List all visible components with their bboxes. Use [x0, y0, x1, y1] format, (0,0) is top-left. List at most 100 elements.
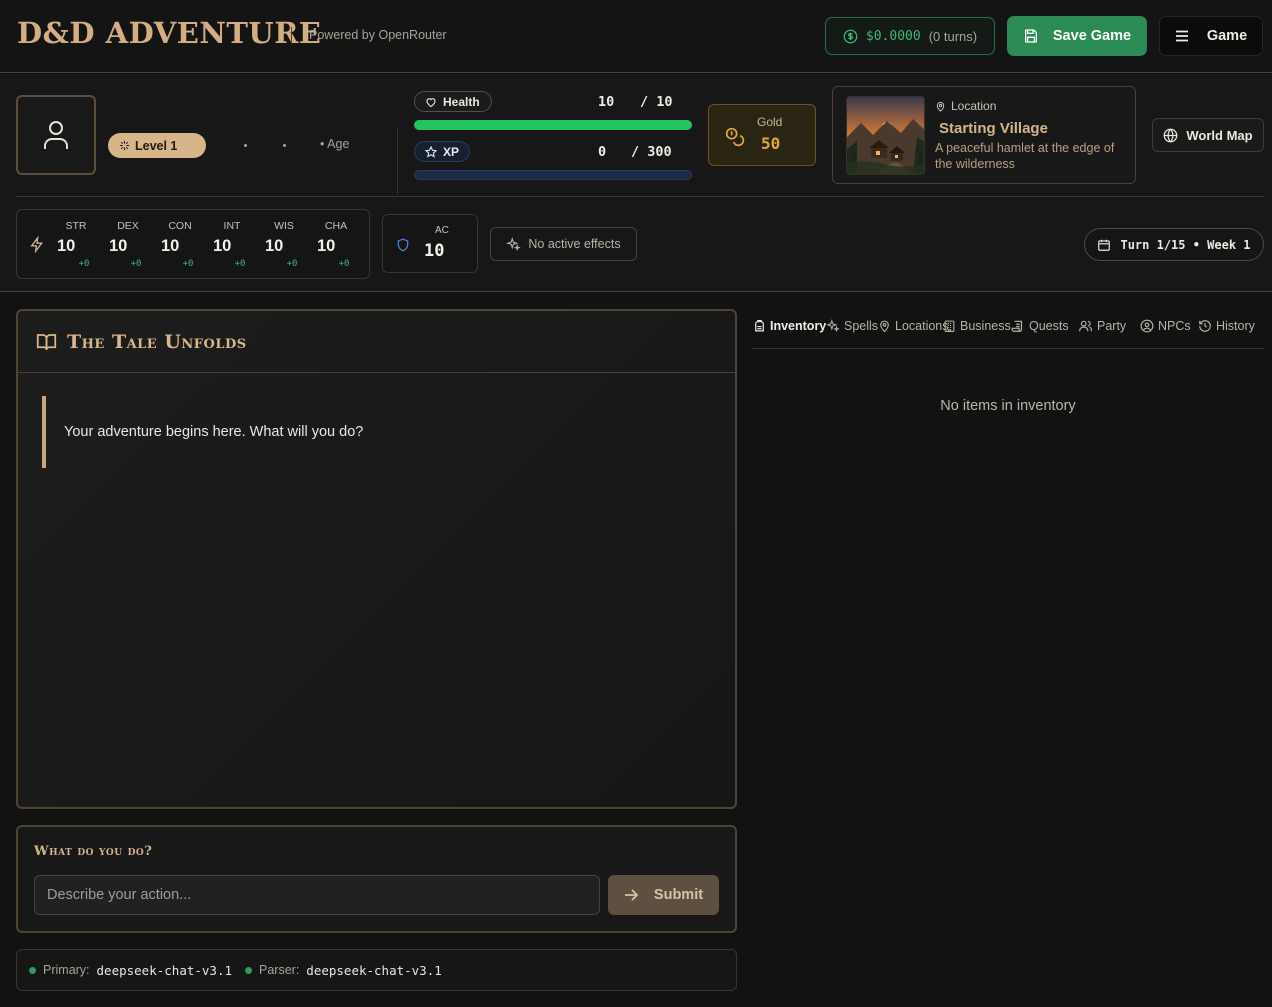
ability-abbr: CON [168, 220, 192, 232]
xp-current: 0 [598, 144, 607, 160]
tab-spells[interactable]: Spells [826, 319, 878, 333]
world-map-button[interactable]: World Map [1152, 118, 1264, 152]
location-card[interactable]: Location Starting Village A peaceful ham… [832, 86, 1136, 184]
cost-value: $0.0000 [865, 28, 921, 44]
coins-icon [725, 127, 745, 147]
world-map-label: World Map [1186, 127, 1253, 143]
parser-model-label: Parser: [259, 963, 300, 977]
health-bar-fill [414, 120, 692, 130]
ability-abbr: DEX [117, 220, 139, 232]
model-status: Primary: deepseek-chat-v3.1 Parser: deep… [16, 949, 737, 991]
status-dot [29, 966, 36, 974]
save-game-button[interactable]: Save Game [1007, 16, 1147, 56]
tab-label: Business [960, 319, 1011, 333]
save-game-label: Save Game [1052, 28, 1132, 44]
powered-by-text: Powered by OpenRouter [309, 28, 447, 42]
ability-modifier: +0 [130, 259, 142, 269]
brand-divider [291, 27, 292, 44]
tab-history[interactable]: History [1198, 319, 1255, 333]
ability-value: 10 [161, 237, 180, 255]
dollar-circle-icon [843, 29, 858, 44]
xp-max: / 300 [631, 144, 672, 160]
tab-quests[interactable]: Quests [1011, 319, 1069, 333]
health-current: 10 [598, 94, 615, 110]
ability-modifier: +0 [338, 259, 350, 269]
divider [397, 128, 398, 194]
story-entry-text: Your adventure begins here. What will yo… [64, 424, 364, 440]
ac-label: AC [435, 225, 449, 236]
submit-button[interactable]: Submit [608, 875, 719, 915]
action-prompt-label: What do you do? [34, 844, 153, 859]
turn-indicator: Turn 1/15 • Week 1 [1084, 228, 1264, 261]
map-pin-icon [878, 319, 891, 333]
ac-value: 10 [424, 241, 445, 261]
history-icon [1198, 319, 1212, 333]
star-icon [425, 145, 437, 158]
tab-label: History [1216, 319, 1255, 333]
book-open-icon [36, 333, 57, 351]
character-panel: Level 1 • Age Health 10 / 10 XP 0 / 300 … [0, 74, 1272, 292]
primary-model-value: deepseek-chat-v3.1 [96, 962, 232, 978]
turns-count: (0 turns) [928, 28, 978, 44]
user-circle-icon [1140, 319, 1154, 333]
sparkle-icon [119, 140, 130, 151]
primary-model-label: Primary: [43, 963, 90, 977]
sparkles-icon [506, 236, 522, 252]
story-entry: Your adventure begins here. What will yo… [42, 396, 702, 468]
arrow-right-icon [624, 889, 638, 901]
top-bar: D&D ADVENTURE Powered by OpenRouter $0.0… [0, 0, 1272, 73]
character-avatar[interactable] [16, 95, 96, 175]
inventory-empty-message: No items in inventory [940, 398, 1076, 414]
status-dot [245, 966, 252, 974]
globe-icon [1163, 128, 1178, 143]
divider [16, 196, 1264, 197]
location-name: Starting Village [939, 120, 1048, 137]
game-menu-button[interactable]: Game [1159, 16, 1263, 56]
ability-modifier: +0 [182, 259, 194, 269]
health-label-pill: Health [414, 91, 492, 112]
health-label: Health [443, 94, 480, 109]
tab-label: Locations [895, 319, 949, 333]
story-panel: The Tale Unfolds Your adventure begins h… [16, 309, 737, 809]
armor-class: AC 10 [382, 214, 478, 273]
scroll-icon [1011, 319, 1025, 333]
cost-indicator[interactable]: $0.0000 (0 turns) [825, 17, 995, 55]
users-icon [1078, 319, 1093, 333]
tab-label: Party [1097, 319, 1127, 333]
ability-value: 10 [213, 237, 232, 255]
health-max: / 10 [640, 94, 673, 110]
empty-field-dot [244, 144, 247, 147]
tab-party[interactable]: Party [1078, 319, 1126, 333]
user-icon [43, 120, 69, 150]
game-menu-label: Game [1206, 28, 1248, 44]
ability-abbr: INT [223, 220, 241, 232]
empty-field-dot [283, 144, 286, 147]
action-input[interactable] [34, 875, 600, 915]
ability-modifier: +0 [286, 259, 298, 269]
tab-npcs[interactable]: NPCs [1140, 319, 1191, 333]
location-label: Location [951, 99, 997, 113]
map-pin-icon [935, 101, 946, 112]
save-icon [1023, 28, 1039, 44]
sparkles-icon [826, 319, 840, 333]
calendar-icon [1097, 238, 1111, 252]
gold-display: Gold 50 [708, 104, 816, 166]
ability-modifier: +0 [234, 259, 246, 269]
level-label: Level 1 [135, 138, 178, 153]
location-image [846, 96, 925, 175]
heart-icon [425, 96, 437, 108]
tab-label: NPCs [1158, 319, 1191, 333]
lightning-icon [29, 236, 45, 253]
building-icon [943, 319, 956, 333]
ability-abbr: STR [65, 220, 87, 232]
tab-inventory[interactable]: Inventory [753, 319, 826, 333]
active-effects-label: No active effects [528, 237, 621, 251]
shield-icon [396, 237, 410, 253]
tab-locations[interactable]: Locations [878, 319, 949, 333]
tab-label: Spells [844, 319, 879, 333]
ability-abbr: CHA [324, 220, 348, 232]
tab-business[interactable]: Business [943, 319, 1011, 333]
active-effects[interactable]: No active effects [490, 227, 637, 261]
location-description: A peaceful hamlet at the edge of the wil… [935, 141, 1115, 171]
ability-value: 10 [109, 237, 128, 255]
